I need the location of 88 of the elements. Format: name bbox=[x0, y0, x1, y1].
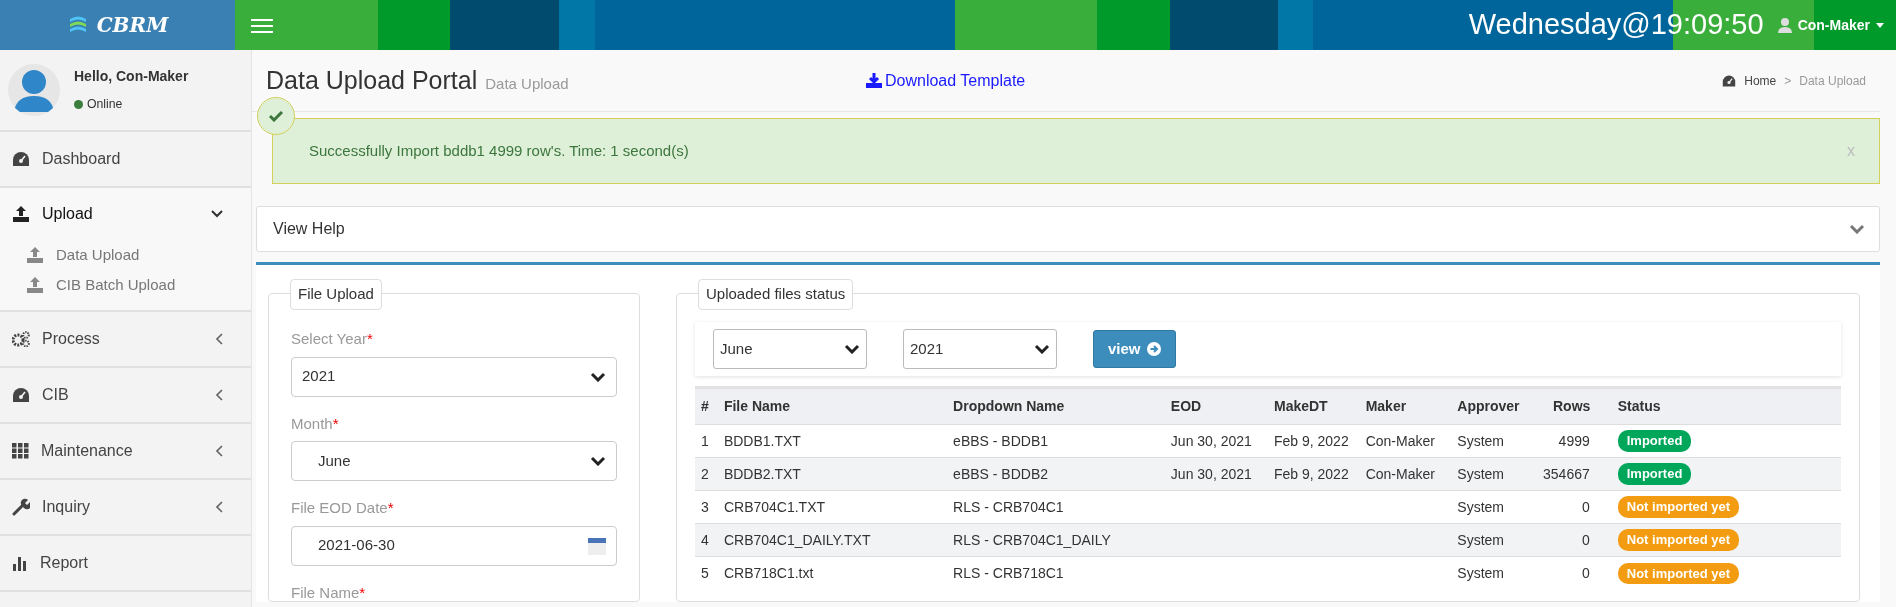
table-cell: RLS - CRB704C1_DAILY bbox=[947, 523, 1165, 557]
select-field[interactable]: 2021 bbox=[903, 329, 1057, 369]
menu-icon bbox=[251, 17, 273, 34]
column-header: File Name bbox=[717, 387, 948, 425]
field-label: Month* bbox=[291, 413, 340, 434]
caret-icon bbox=[1876, 22, 1884, 28]
greeting-text: Hello, Con-Maker bbox=[74, 67, 189, 87]
page-title: Data Upload Portal bbox=[266, 64, 478, 96]
user-menu[interactable]: Con-Maker bbox=[1777, 14, 1884, 36]
table-cell: Feb 9, 2022 bbox=[1267, 457, 1360, 491]
fieldset-legend: Uploaded files status bbox=[698, 279, 854, 310]
bar-chart-icon bbox=[12, 555, 28, 571]
table-cell: CRB718C1.txt bbox=[717, 556, 948, 590]
fieldset-legend: File Upload bbox=[290, 279, 382, 310]
status-dot-icon bbox=[74, 100, 83, 109]
column-header: Approver bbox=[1451, 387, 1532, 425]
sidebar-item[interactable]: Upload bbox=[0, 188, 251, 240]
chevron-down-icon bbox=[590, 456, 606, 466]
upload-icon bbox=[26, 247, 44, 263]
table-cell: BDDB2.TXT bbox=[717, 457, 948, 491]
column-header: Dropdown Name bbox=[947, 387, 1165, 425]
calendar-icon bbox=[588, 536, 606, 555]
upload-icon bbox=[12, 206, 30, 222]
table-cell: System bbox=[1451, 556, 1532, 590]
date-field[interactable]: 2021-06-30 bbox=[291, 525, 617, 566]
table-cell: System bbox=[1451, 523, 1532, 557]
download-template-link[interactable]: Download Template bbox=[866, 68, 1026, 93]
status-badge: Imported bbox=[1617, 430, 1692, 452]
sidebar-item[interactable]: Inquiry bbox=[0, 480, 251, 536]
check-icon bbox=[269, 110, 283, 122]
select-field[interactable]: 2021 bbox=[291, 356, 617, 397]
user-icon bbox=[1777, 17, 1792, 33]
alert-message: Successfully Import bddb1 4999 row's. Time: 1 second(s) bbox=[309, 140, 689, 161]
column-header: EOD bbox=[1164, 387, 1268, 425]
page-subtitle: Data Upload bbox=[485, 73, 569, 94]
arrow-circle-right-icon bbox=[1146, 342, 1161, 356]
clock-text: Wednesday@19:09:50 bbox=[1468, 7, 1764, 43]
sidebar-item[interactable]: CIB bbox=[0, 368, 251, 424]
breadcrumb-separator: > bbox=[1784, 72, 1792, 90]
sidebar-item[interactable]: Maintenance bbox=[0, 424, 251, 480]
wrench-icon bbox=[12, 498, 30, 516]
select-field[interactable]: June bbox=[713, 329, 867, 369]
field-label: File Name* bbox=[291, 582, 367, 603]
help-title: View Help bbox=[273, 219, 345, 239]
column-header: MakeDT bbox=[1267, 387, 1360, 425]
table-cell: 0 bbox=[1531, 556, 1612, 590]
table-cell: 354667 bbox=[1531, 457, 1612, 491]
field-label: File EOD Date* bbox=[291, 498, 395, 518]
status-badge: Not imported yet bbox=[1617, 562, 1740, 584]
table-cell: CRB704C1_DAILY.TXT bbox=[717, 523, 948, 557]
table-cell: eBBS - BDDB2 bbox=[947, 457, 1165, 491]
table-cell: 4 bbox=[695, 523, 718, 557]
field-label: Select Year* bbox=[291, 329, 374, 349]
user-silhouette-icon bbox=[14, 68, 54, 112]
breadcrumb-current: Data Upload bbox=[1799, 72, 1866, 90]
column-header: Status bbox=[1611, 387, 1841, 425]
logo-text: CBRM bbox=[96, 12, 169, 39]
column-header: Maker bbox=[1359, 387, 1452, 425]
status-text: Online bbox=[87, 96, 123, 114]
table-cell: Jun 30, 2021 bbox=[1164, 457, 1268, 491]
upload-icon bbox=[26, 277, 44, 293]
gauge-icon bbox=[12, 387, 30, 403]
column-header: # bbox=[695, 387, 718, 425]
gauge-icon bbox=[12, 151, 30, 167]
download-icon bbox=[866, 73, 882, 88]
sidebar-subitem[interactable]: CIB Batch Upload bbox=[0, 270, 251, 300]
table-cell: 5 bbox=[695, 556, 718, 590]
table-cell: Con-Maker bbox=[1359, 457, 1452, 491]
sidebar-item[interactable]: Process bbox=[0, 312, 251, 368]
sidebar-subitem[interactable]: Data Upload bbox=[0, 240, 251, 270]
column-header: Rows bbox=[1531, 387, 1612, 425]
breadcrumb-link[interactable]: Home bbox=[1722, 71, 1777, 90]
grid-icon bbox=[12, 443, 29, 459]
table-cell: System bbox=[1451, 457, 1532, 491]
chevron-down-icon bbox=[844, 344, 860, 354]
table-cell: RLS - CRB718C1 bbox=[947, 556, 1165, 590]
view-button[interactable]: view bbox=[1093, 330, 1176, 368]
table-cell: 2 bbox=[695, 457, 718, 491]
gears-icon bbox=[12, 331, 30, 347]
status-badge: Imported bbox=[1617, 463, 1692, 485]
chevron-down-icon bbox=[1034, 344, 1050, 354]
table-cell: 0 bbox=[1531, 523, 1612, 557]
help-panel[interactable]: View Help bbox=[256, 206, 1880, 252]
status-badge: Not imported yet bbox=[1617, 529, 1740, 551]
chevron-down-icon bbox=[590, 371, 606, 382]
sidebar-item[interactable]: Report bbox=[0, 536, 251, 592]
status-badge: Not imported yet bbox=[1617, 496, 1740, 518]
select-field[interactable]: June bbox=[291, 441, 617, 481]
